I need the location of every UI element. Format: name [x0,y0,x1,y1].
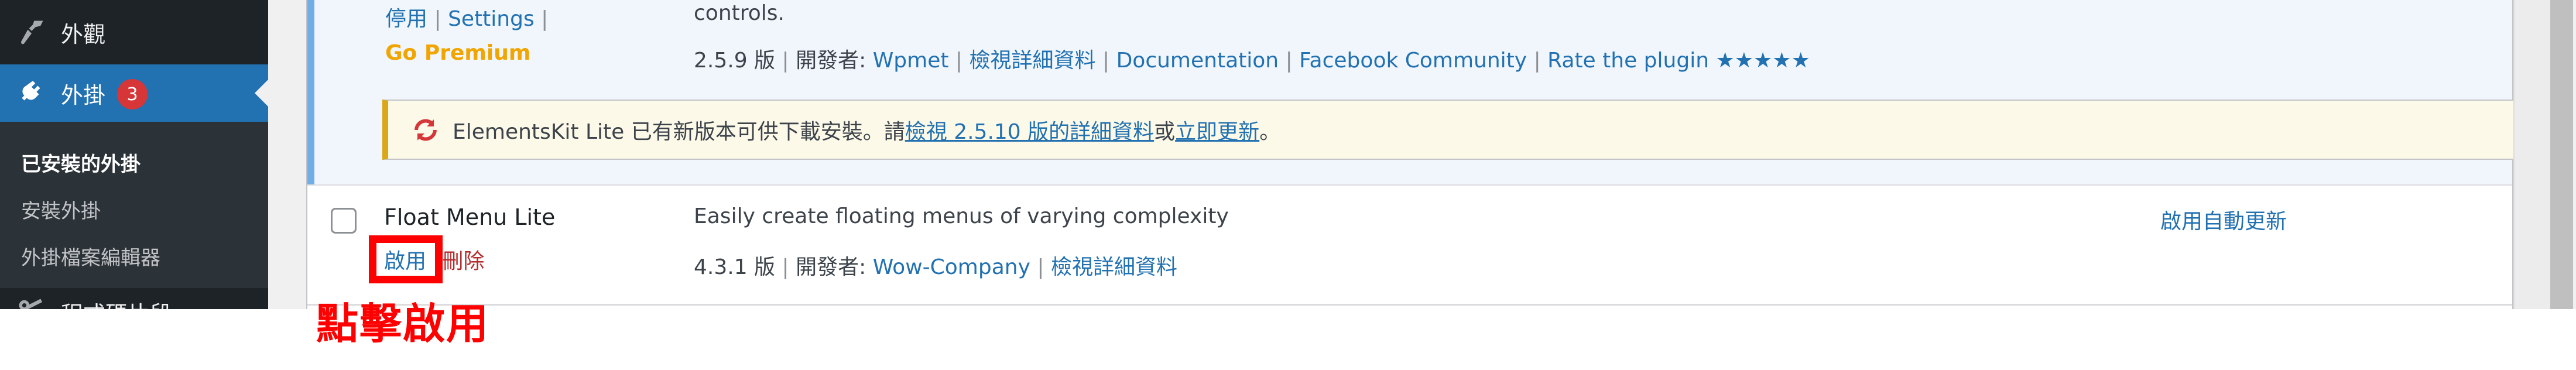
settings-link[interactable]: Settings [448,7,535,31]
author-prefix: 開發者: [796,255,866,279]
plugin-row-active: 停用 | Settings | Go Premium controls. 2.5… [307,0,2515,186]
plugin-meta: 4.3.1 版 | 開發者: Wow-Company | 檢視詳細資料 [694,255,1177,279]
view-details-link[interactable]: 檢視詳細資料 [1051,255,1177,279]
scrollbar-thumb[interactable] [2550,0,2573,309]
scrollbar-track[interactable] [2513,0,2550,309]
submenu-installed-plugins[interactable]: 已安裝的外掛 [21,148,141,177]
plugin-description: Easily create floating menus of varying … [694,204,1229,228]
plugins-table: 停用 | Settings | Go Premium controls. 2.5… [306,0,2515,309]
plugin-meta: 2.5.9 版 | 開發者: Wpmet | 檢視詳細資料 | Document… [694,49,1810,73]
submenu-plugin-file-editor[interactable]: 外掛檔案編輯器 [21,242,160,270]
scissors-icon [14,294,49,309]
current-menu-arrow [255,80,268,107]
active-row-indicator [307,0,314,184]
plugin-title: Float Menu Lite [384,204,556,230]
star-rating-icon: ★★★★★ [1715,49,1810,73]
plugin-version: 4.3.1 版 [694,255,776,279]
update-notice: ElementsKit Lite 已有新版本可供下載安裝。請 檢視 2.5.10 … [382,100,2515,160]
plugin-select-checkbox[interactable] [331,208,357,234]
deactivate-link[interactable]: 停用 [385,7,427,31]
sidebar-item-code-snippets[interactable]: 程式碼片段 [0,288,268,309]
plugin-version: 2.5.9 版 [694,49,776,73]
rate-plugin-link[interactable]: Rate the plugin ★★★★★ [1547,49,1810,73]
enable-auto-update-link[interactable]: 啟用自動更新 [2160,204,2287,235]
notice-text: ElementsKit Lite 已有新版本可供下載安裝。請 [453,119,905,144]
view-details-link[interactable]: 檢視詳細資料 [970,49,1096,73]
admin-sidebar: 外觀 外掛 3 已安裝的外掛 安裝外掛 外掛檔案編輯器 程式碼片段 [0,0,268,309]
plugin-row-inactive: Float Menu Lite 啟用 刪除 Easily create floa… [307,186,2512,306]
annotation-highlight-box [369,235,443,283]
sidebar-item-label: 程式碼片段 [61,296,172,309]
plugins-submenu: 已安裝的外掛 安裝外掛 外掛檔案編輯器 [0,122,268,288]
author-link[interactable]: Wow-Company [873,255,1030,279]
author-prefix: 開發者: [796,49,866,73]
update-count-badge: 3 [117,79,148,109]
sidebar-item-appearance[interactable]: 外觀 [0,0,268,64]
facebook-community-link[interactable]: Facebook Community [1299,49,1527,73]
row-actions: 停用 | Settings | Go Premium [385,7,549,65]
author-link[interactable]: Wpmet [873,49,949,73]
plugin-description: controls. [694,1,785,25]
sidebar-item-plugins[interactable]: 外掛 3 [0,64,268,122]
delete-link[interactable]: 刪除 [442,249,484,273]
update-now-link[interactable]: 立即更新 [1175,115,1259,145]
documentation-link[interactable]: Documentation [1116,49,1279,73]
go-premium-link[interactable]: Go Premium [385,41,530,65]
update-refresh-icon [410,115,441,145]
paintbrush-icon [14,15,49,50]
view-version-details-link[interactable]: 檢視 2.5.10 版的詳細資料 [905,115,1154,145]
sidebar-item-label: 外觀 [61,21,106,47]
submenu-add-plugin[interactable]: 安裝外掛 [21,195,101,224]
sidebar-item-label: 外掛 [61,82,106,108]
plugin-icon [14,76,49,111]
annotation-label: 點擊啟用 [316,299,490,348]
